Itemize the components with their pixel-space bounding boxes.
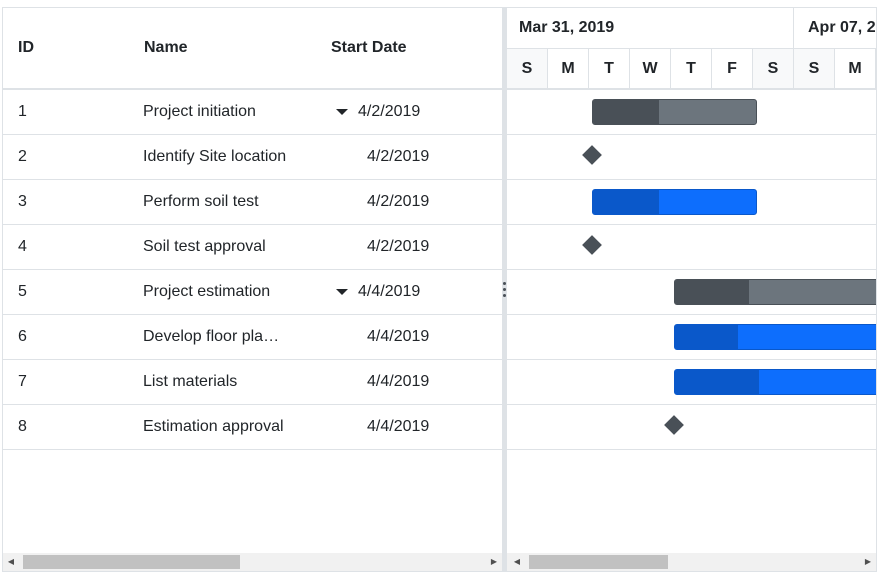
grid-horizontal-scrollbar[interactable]: ◀ ▶ (3, 553, 502, 571)
scrollbar-thumb[interactable] (23, 555, 240, 569)
task-progress (675, 280, 749, 304)
scroll-right-arrow-icon[interactable]: ▶ (486, 553, 502, 571)
table-row[interactable]: 1 Project initiation 4/2/2019 (3, 90, 502, 135)
cell-task-name: Project initiation (143, 103, 256, 120)
cell-task-name: Project estimation (143, 283, 271, 300)
cell-task-name: Soil test approval (143, 238, 266, 255)
splitter-handle-icon[interactable] (503, 282, 506, 300)
milestone-diamond-icon[interactable] (582, 235, 602, 255)
chart-row (507, 90, 876, 135)
column-header-name[interactable]: Name (144, 8, 188, 88)
timeline-day: S (753, 49, 794, 88)
milestone-diamond-icon[interactable] (664, 415, 684, 435)
table-row[interactable]: 8 Estimation approval 4/4/2019 (3, 405, 502, 450)
collapse-caret-icon[interactable] (336, 109, 348, 115)
timeline-day-header: SMTWTFSSM (507, 49, 876, 90)
table-row[interactable]: 5 Project estimation 4/4/2019 (3, 270, 502, 315)
cell-task-name: List materials (143, 373, 238, 390)
task-progress (675, 325, 738, 349)
parent-task-bar[interactable] (674, 279, 876, 305)
cell-task-name: Identify Site location (143, 148, 287, 165)
timeline-day: M (548, 49, 589, 88)
chart-row (507, 315, 876, 360)
cell-task-name: Estimation approval (143, 418, 284, 435)
timeline-day: W (630, 49, 671, 88)
cell-task-name: Perform soil test (143, 193, 259, 210)
chart-horizontal-scrollbar[interactable]: ◀ ▶ (507, 553, 876, 571)
task-bar[interactable] (592, 189, 757, 215)
chart-row (507, 270, 876, 315)
timeline-day: T (589, 49, 630, 88)
cell-start-date: 4/2/2019 (367, 148, 430, 165)
chart-row (507, 225, 876, 270)
table-row[interactable]: 7 List materials 4/4/2019 (3, 360, 502, 405)
grid-header: ID Name Start Date (3, 8, 502, 90)
timeline-day: M (835, 49, 876, 88)
cell-start-date: 4/2/2019 (367, 238, 430, 255)
table-row[interactable]: 4 Soil test approval 4/2/2019 (3, 225, 502, 270)
chart-pane: Mar 31, 2019 Apr 07, 2019 SMTWTFSSM ◀ ▶ (507, 8, 876, 571)
task-progress (593, 100, 659, 124)
scroll-left-arrow-icon[interactable]: ◀ (3, 553, 19, 571)
timeline-day: F (712, 49, 753, 88)
cell-start-date: 4/4/2019 (367, 373, 430, 390)
chart-row (507, 180, 876, 225)
cell-start-date: 4/2/2019 (367, 193, 430, 210)
milestone-diamond-icon[interactable] (582, 145, 602, 165)
cell-id: 8 (18, 418, 27, 435)
parent-task-bar[interactable] (592, 99, 757, 125)
timeline-day: S (507, 49, 548, 88)
cell-id: 3 (18, 193, 27, 210)
cell-id: 4 (18, 238, 27, 255)
timeline-week-header: Mar 31, 2019 Apr 07, 2019 (507, 8, 876, 49)
cell-id: 6 (18, 328, 27, 345)
cell-start-date: 4/4/2019 (358, 283, 421, 300)
cell-start-date: 4/4/2019 (367, 328, 430, 345)
collapse-caret-icon[interactable] (336, 289, 348, 295)
cell-id: 1 (18, 103, 27, 120)
cell-id: 2 (18, 148, 27, 165)
timeline-week: Mar 31, 2019 (507, 8, 794, 48)
timeline-week: Apr 07, 2019 (794, 8, 876, 48)
chart-row (507, 360, 876, 405)
scroll-left-arrow-icon[interactable]: ◀ (509, 553, 525, 571)
task-bar[interactable] (674, 369, 876, 395)
timeline-day: S (794, 49, 835, 88)
scrollbar-thumb[interactable] (529, 555, 668, 569)
chart-row (507, 135, 876, 180)
cell-task-name: Develop floor pla… (143, 328, 280, 345)
task-progress (675, 370, 759, 394)
column-header-id[interactable]: ID (18, 8, 34, 88)
gantt-chart: ID Name Start Date 1 Project initiation 4/… (2, 7, 877, 572)
task-progress (593, 190, 659, 214)
timeline-day: T (671, 49, 712, 88)
cell-id: 5 (18, 283, 27, 300)
cell-id: 7 (18, 373, 27, 390)
cell-start-date: 4/2/2019 (358, 103, 421, 120)
cell-start-date: 4/4/2019 (367, 418, 430, 435)
table-row[interactable]: 6 Develop floor pla… 4/4/2019 (3, 315, 502, 360)
column-header-start-date[interactable]: Start Date (331, 8, 407, 88)
scroll-right-arrow-icon[interactable]: ▶ (860, 553, 876, 571)
task-bar[interactable] (674, 324, 876, 350)
task-grid: ID Name Start Date 1 Project initiation 4/… (3, 8, 502, 571)
table-row[interactable]: 3 Perform soil test 4/2/2019 (3, 180, 502, 225)
chart-row (507, 405, 876, 450)
table-row[interactable]: 2 Identify Site location 4/2/2019 (3, 135, 502, 180)
